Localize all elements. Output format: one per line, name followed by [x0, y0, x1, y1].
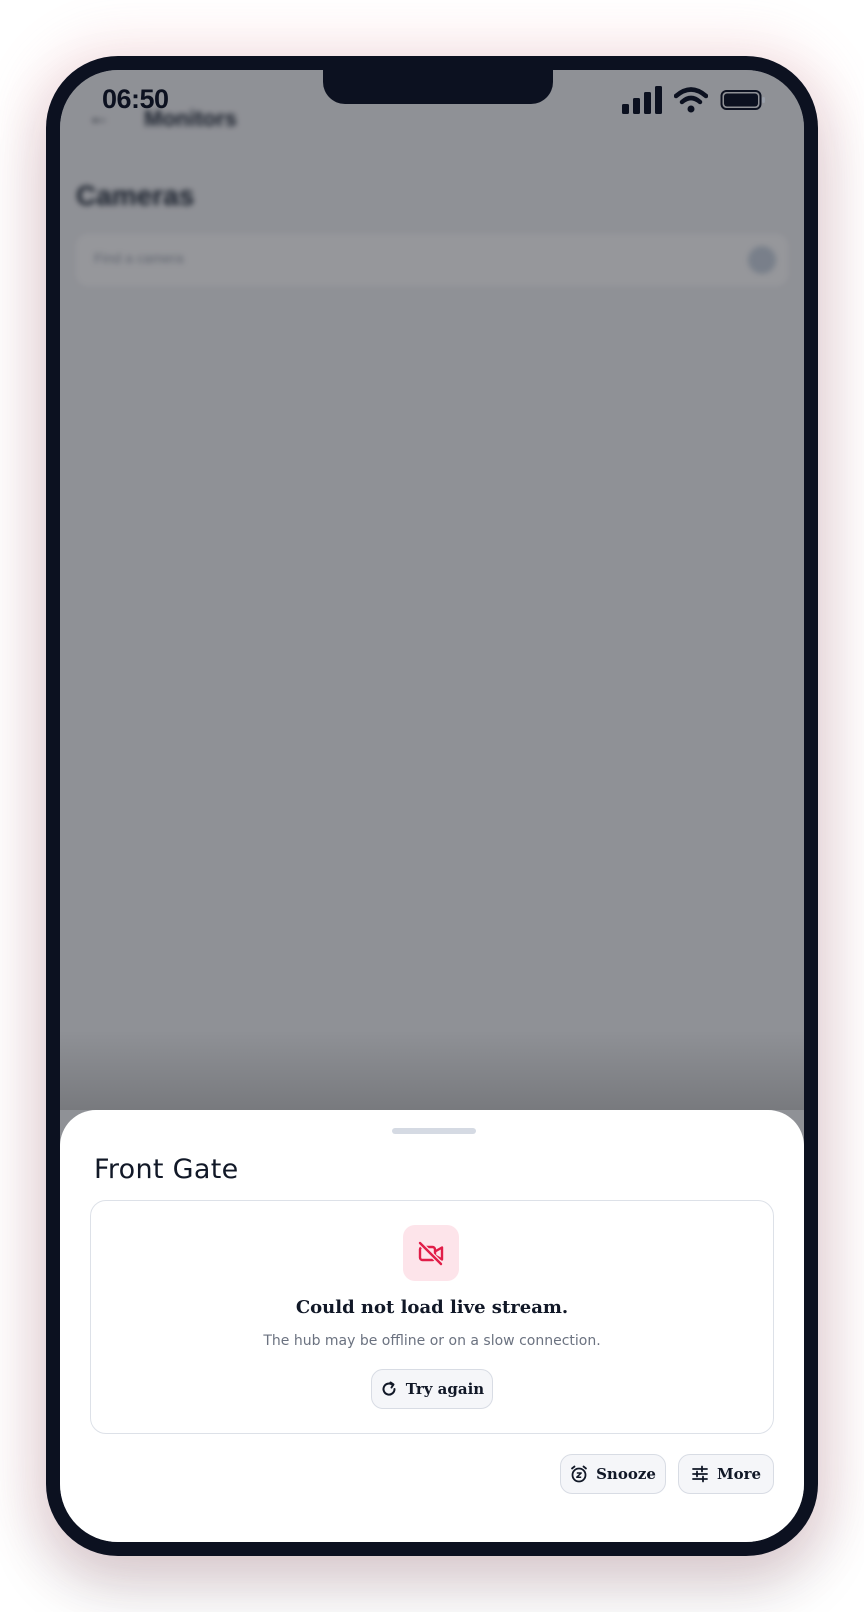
try-again-button[interactable]: Try again [371, 1369, 493, 1409]
error-subtitle: The hub may be offline or on a slow conn… [263, 1333, 601, 1349]
try-again-label: Try again [405, 1380, 485, 1398]
screen: ← Monitors Cameras Find a camera 06:50 F… [60, 70, 804, 1542]
status-bar: 06:50 [60, 70, 804, 130]
refresh-icon [382, 1381, 396, 1396]
video-off-icon [417, 1240, 444, 1267]
stage: ← Monitors Cameras Find a camera 06:50 F… [0, 0, 864, 1612]
sheet-shadow [60, 1030, 804, 1110]
battery-icon [720, 90, 765, 110]
error-icon-container [403, 1225, 459, 1281]
error-title: Could not load live stream. [295, 1297, 569, 1318]
snooze-label: Snooze [596, 1465, 656, 1483]
status-time: 06:50 [102, 84, 169, 114]
sliders-icon [692, 1465, 708, 1483]
notch [323, 70, 553, 104]
alarm-snooze-icon [571, 1465, 587, 1483]
phone-frame: ← Monitors Cameras Find a camera 06:50 F… [46, 56, 818, 1556]
bottom-sheet: Front Gate Could not load live stream. T… [60, 1110, 804, 1542]
error-card: Could not load live stream. The hub may … [90, 1200, 774, 1434]
more-button[interactable]: More [678, 1454, 774, 1494]
sheet-title: Front Gate [94, 1154, 239, 1185]
sheet-grabber[interactable] [392, 1128, 476, 1134]
more-label: More [716, 1465, 762, 1483]
wifi-icon [674, 87, 708, 113]
snooze-button[interactable]: Snooze [560, 1454, 666, 1494]
signal-icon [622, 86, 662, 114]
